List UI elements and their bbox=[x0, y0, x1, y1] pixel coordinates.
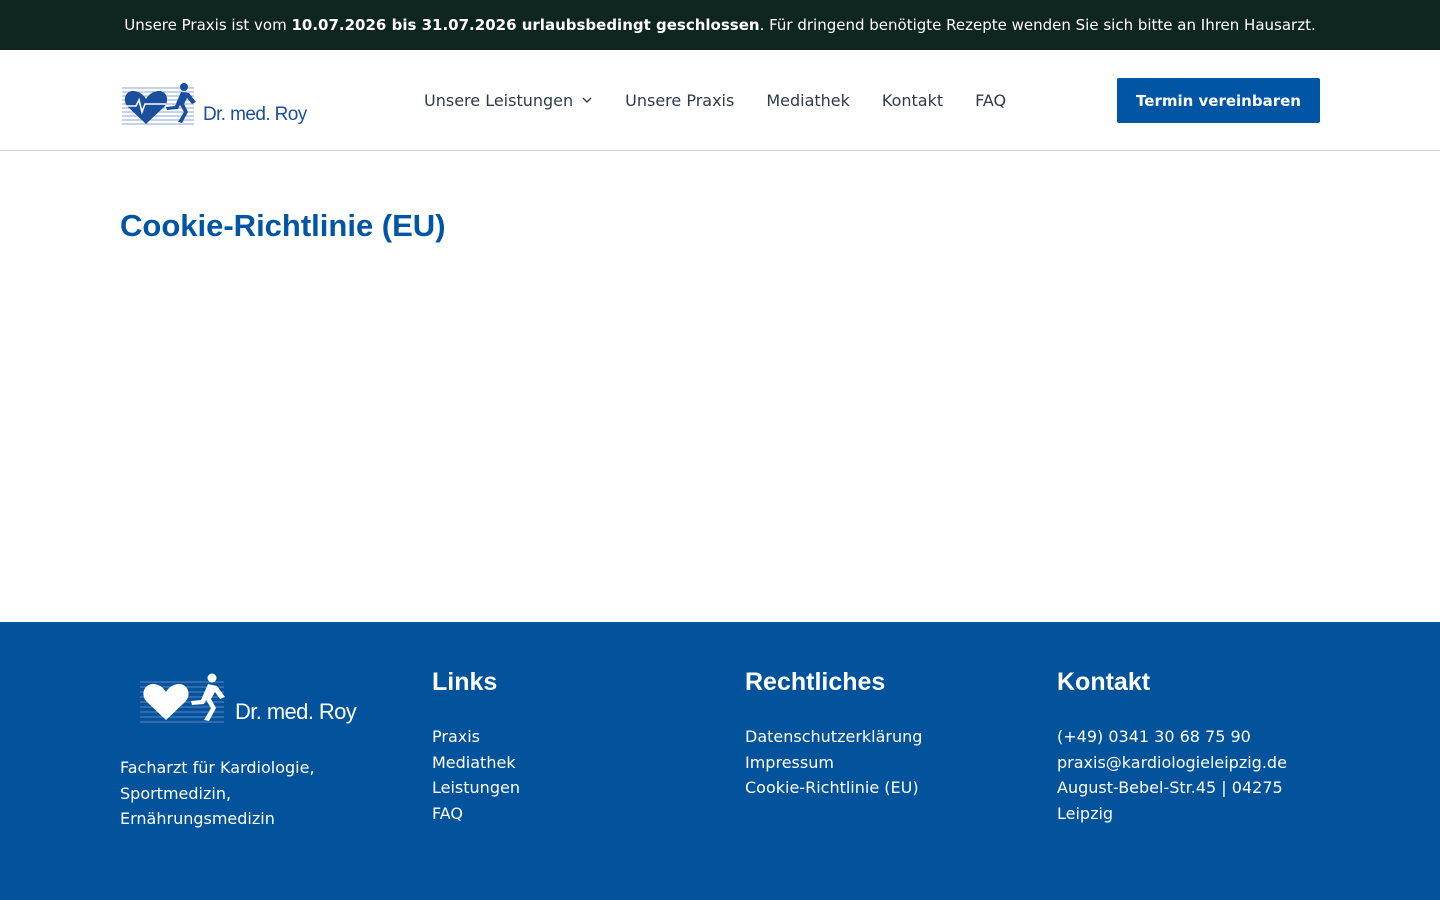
footer-link-mediathek[interactable]: Mediathek bbox=[432, 750, 520, 776]
announcement-prefix: Unsere Praxis ist vom bbox=[124, 16, 292, 34]
nav-item-label: Unsere Praxis bbox=[625, 90, 735, 110]
site-logo-link[interactable]: Dr. med. Roy bbox=[120, 80, 307, 130]
book-appointment-button[interactable]: Termin vereinbaren bbox=[1117, 78, 1320, 123]
nav-item-faq[interactable]: FAQ bbox=[975, 91, 1006, 110]
footer-contact-column: Kontakt (+49) 0341 30 68 75 90 praxis@ka… bbox=[1057, 666, 1287, 826]
footer-address-city: Leipzig bbox=[1057, 803, 1114, 823]
heart-runner-logo-icon bbox=[122, 83, 196, 125]
main-navigation: Unsere Leistungen Unsere Praxis Mediathe… bbox=[424, 50, 1038, 150]
nav-item-label: FAQ bbox=[975, 90, 1007, 110]
announcement-text: Unsere Praxis ist vom 10.07.2026 bis 31.… bbox=[124, 16, 1315, 34]
footer-logo-text: Dr. med. Roy bbox=[235, 699, 357, 724]
nav-item-unsere-praxis[interactable]: Unsere Praxis bbox=[625, 91, 734, 110]
heart-runner-logo-icon bbox=[140, 673, 225, 723]
footer-links-list: Praxis Mediathek Leistungen FAQ bbox=[432, 724, 520, 826]
footer-phone-link[interactable]: (+49) 0341 30 68 75 90 bbox=[1057, 724, 1287, 750]
footer-links-heading: Links bbox=[432, 668, 498, 696]
logo-text: Dr. med. Roy bbox=[203, 104, 307, 125]
footer-email-link[interactable]: praxis@kardiologieleipzig.de bbox=[1057, 750, 1287, 776]
footer-tagline: Facharzt für Kardiologie, Sportmedizin, … bbox=[120, 758, 315, 828]
nav-item-label: Mediathek bbox=[766, 90, 850, 110]
footer-contact-list: (+49) 0341 30 68 75 90 praxis@kardiologi… bbox=[1057, 724, 1287, 826]
footer-contact-heading: Kontakt bbox=[1057, 668, 1151, 696]
page-title: Cookie-Richtlinie (EU) bbox=[120, 208, 446, 243]
site-header: Dr. med. Roy Unsere Leistungen Unsere Pr… bbox=[0, 50, 1440, 151]
footer-link-praxis[interactable]: Praxis bbox=[432, 724, 520, 750]
chevron-down-icon bbox=[582, 97, 592, 103]
footer-legal-heading: Rechtliches bbox=[745, 668, 886, 696]
footer-logo[interactable]: Dr. med. Roy bbox=[138, 672, 357, 732]
footer-link-leistungen[interactable]: Leistungen bbox=[432, 775, 520, 801]
footer-link-impressum[interactable]: Impressum bbox=[745, 750, 922, 776]
nav-item-label: Kontakt bbox=[881, 90, 944, 110]
nav-item-unsere-leistungen[interactable]: Unsere Leistungen bbox=[424, 91, 593, 110]
footer-link-cookie-richtlinie[interactable]: Cookie-Richtlinie (EU) bbox=[745, 775, 922, 801]
footer-link-datenschutz[interactable]: Datenschutzerklärung bbox=[745, 724, 922, 750]
announcement-suffix: . Für dringend benötigte Rezepte wenden … bbox=[759, 16, 1316, 34]
nav-item-kontakt[interactable]: Kontakt bbox=[882, 91, 943, 110]
footer-link-faq[interactable]: FAQ bbox=[432, 801, 520, 827]
footer-legal-column: Rechtliches Datenschutzerklärung Impress… bbox=[745, 666, 922, 801]
nav-item-mediathek[interactable]: Mediathek bbox=[766, 91, 850, 110]
site-footer: Dr. med. Roy Facharzt für Kardiologie, S… bbox=[0, 622, 1440, 900]
announcement-highlight: 10.07.2026 bis 31.07.2026 urlaubsbedingt… bbox=[291, 16, 760, 34]
announcement-bar: Unsere Praxis ist vom 10.07.2026 bis 31.… bbox=[0, 0, 1440, 50]
footer-links-column: Links Praxis Mediathek Leistungen FAQ bbox=[432, 666, 520, 826]
footer-legal-list: Datenschutzerklärung Impressum Cookie-Ri… bbox=[745, 724, 922, 801]
footer-address-line: August-Bebel-Str.45 | 04275 bbox=[1057, 778, 1283, 797]
nav-item-label: Unsere Leistungen bbox=[424, 90, 574, 110]
